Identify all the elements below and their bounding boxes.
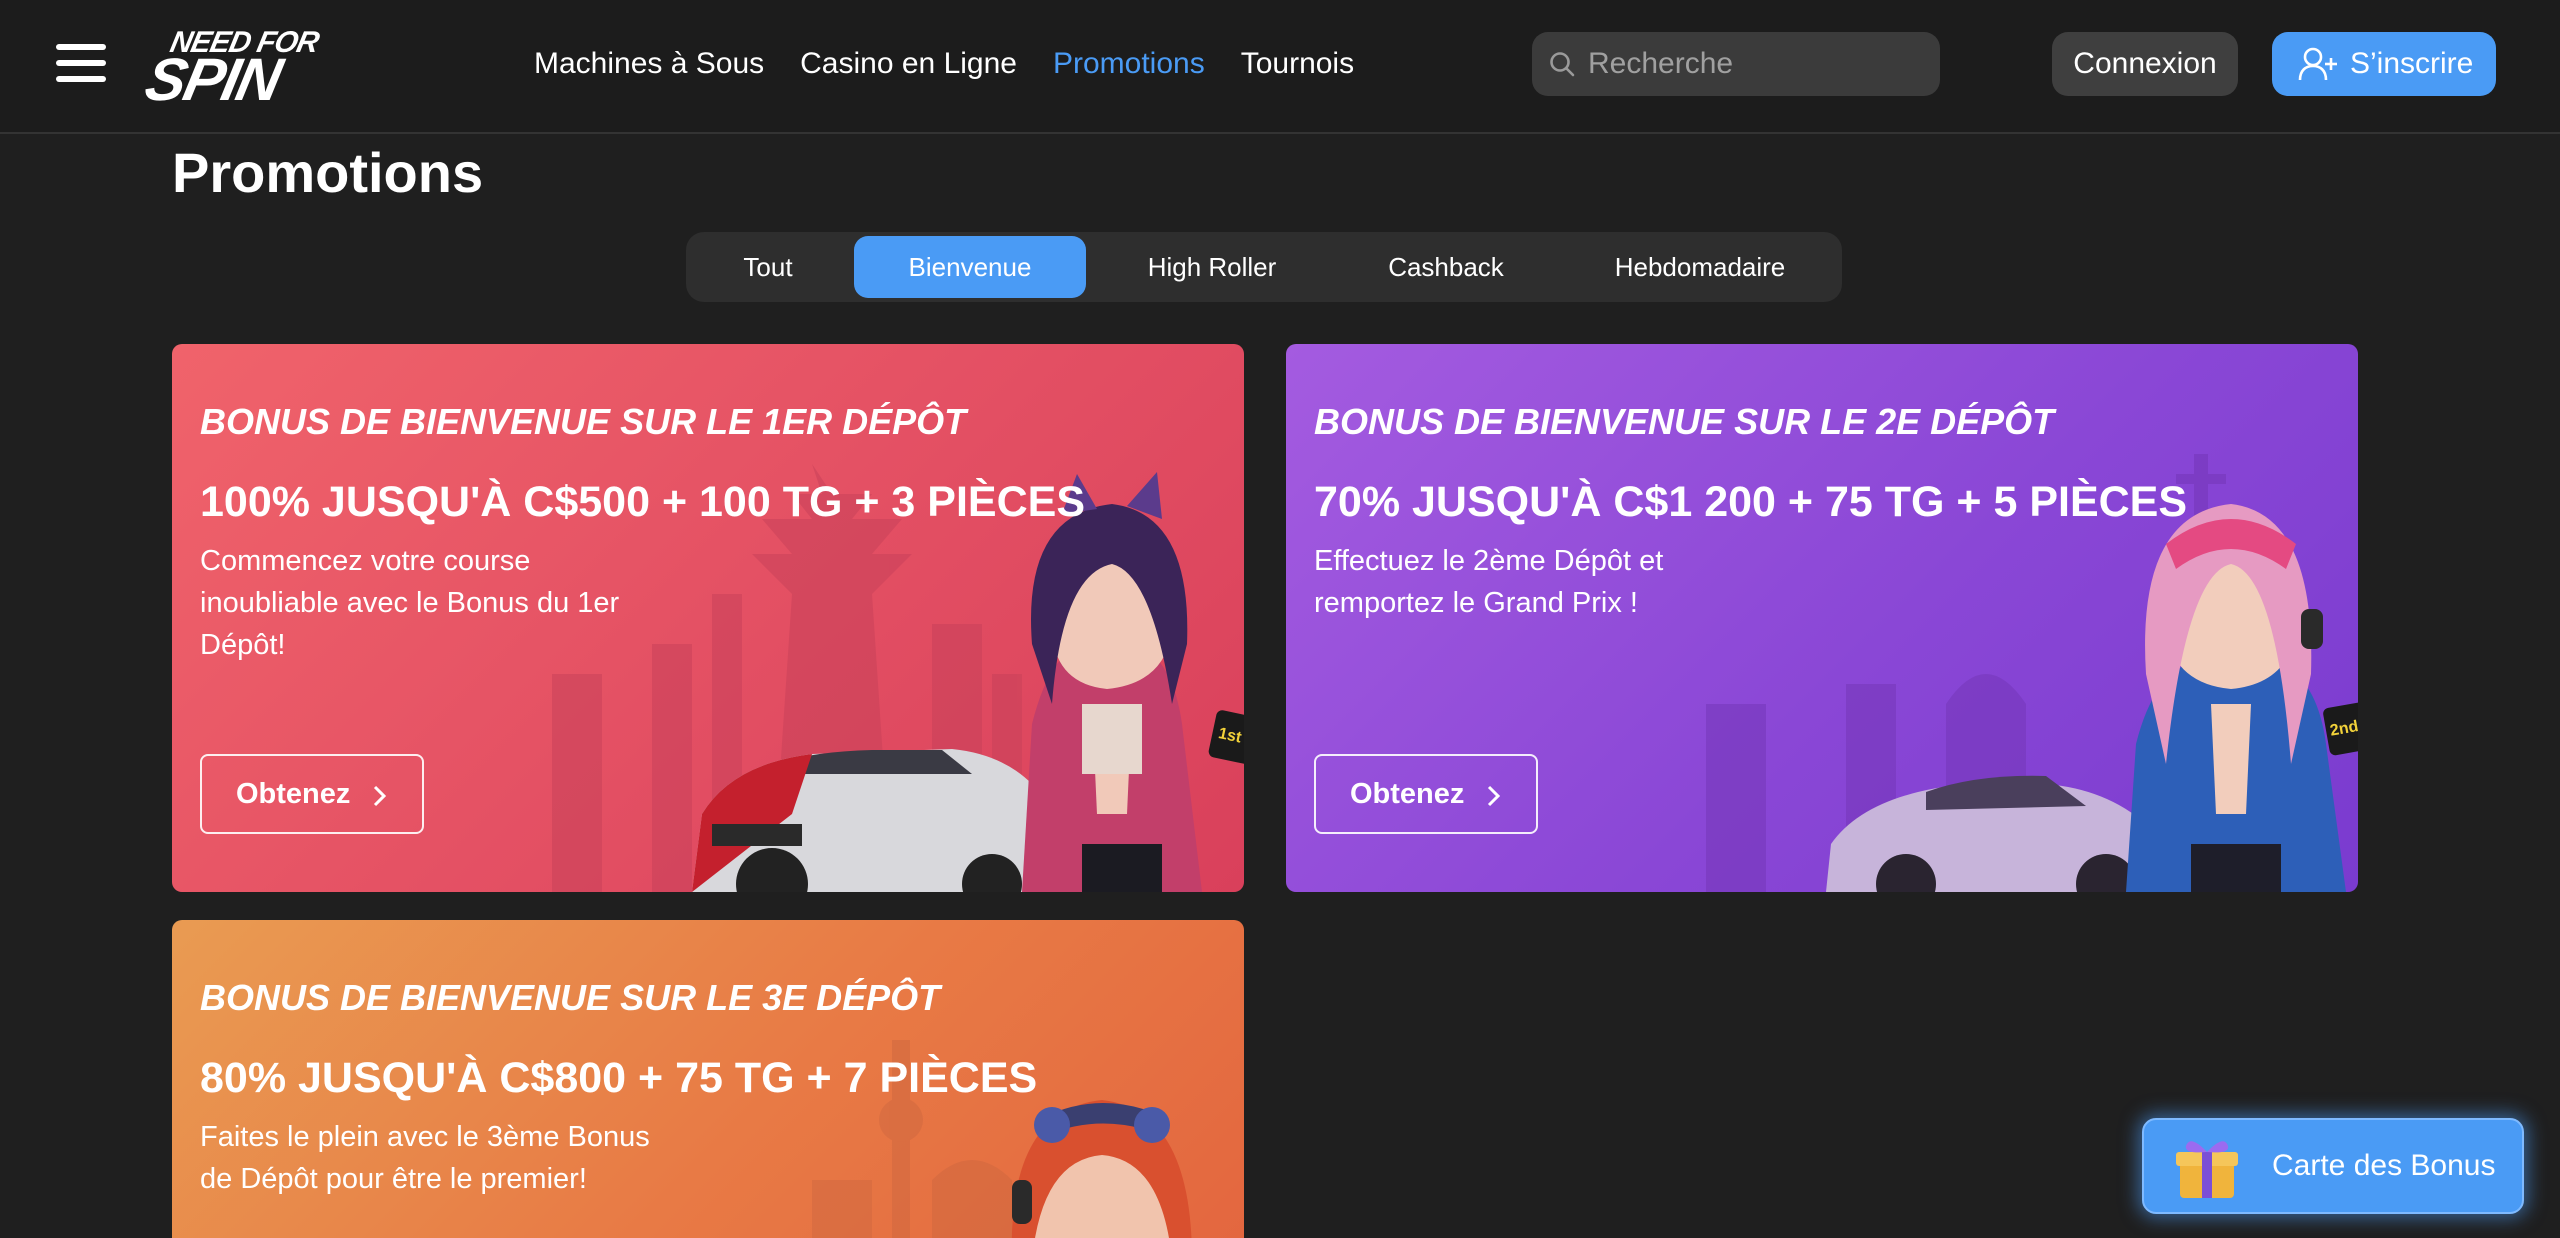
promo-headline: 100% JUSQU'À C$500 + 100 TG + 3 PIÈCES	[200, 478, 1086, 526]
tab-cashback[interactable]: Cashback	[1336, 236, 1556, 298]
chevron-right-icon	[373, 785, 387, 807]
tab-high-roller[interactable]: High Roller	[1094, 236, 1330, 298]
chevron-right-icon	[1487, 785, 1501, 807]
promo-description: Effectuez le 2ème Dépôt et remportez le …	[1314, 545, 1664, 619]
promo-card-2nd-deposit[interactable]: 2nd DEP BONUS DE BIENVENUE SUR LE 2E DÉP…	[1286, 344, 2358, 892]
promo-description: Faites le plein avec le 3ème Bonus de Dé…	[200, 1121, 650, 1195]
promo-kicker: BONUS DE BIENVENUE SUR LE 1ER DÉPÔT	[200, 401, 967, 442]
add-user-icon	[2298, 47, 2337, 81]
promo-headline: 80% JUSQU'À C$800 + 75 TG + 7 PIÈCES	[200, 1054, 1038, 1102]
get-bonus-button[interactable]: Obtenez	[200, 754, 424, 834]
logo-line-2: SPIN	[139, 46, 287, 113]
need-for-spin-logo[interactable]: NEED FOR SPIN	[139, 26, 348, 113]
search-box	[1532, 32, 1940, 96]
main-nav: Machines à Sous Casino en Ligne Promotio…	[534, 44, 1354, 84]
promo-card-3rd-deposit[interactable]: BONUS DE BIENVENUE SUR LE 3E DÉPÔT 80% J…	[172, 920, 1244, 1238]
search-input[interactable]	[1588, 32, 1928, 96]
cta-label: Obtenez	[1350, 778, 1465, 810]
bonus-map-button[interactable]: Carte des Bonus	[2142, 1118, 2524, 1214]
tab-welcome[interactable]: Bienvenue	[854, 236, 1086, 298]
nav-promotions[interactable]: Promotions	[1053, 44, 1205, 84]
promo-kicker: BONUS DE BIENVENUE SUR LE 2E DÉPÔT	[1314, 401, 2055, 442]
tab-all[interactable]: Tout	[690, 236, 846, 298]
bonus-map-label: Carte des Bonus	[2272, 1149, 2496, 1182]
nav-tournaments[interactable]: Tournois	[1241, 44, 1354, 84]
gift-icon	[2176, 1141, 2238, 1198]
nav-online-casino[interactable]: Casino en Ligne	[800, 44, 1017, 84]
promo-card-1st-deposit[interactable]: 1st DEP BONUS DE BIENVENUE SUR LE 1ER DÉ…	[172, 344, 1244, 892]
get-bonus-button[interactable]: Obtenez	[1314, 754, 1538, 834]
top-header: NEED FOR SPIN Machines à Sous Casino en …	[0, 0, 2560, 134]
register-button[interactable]: S’inscrire	[2272, 32, 2496, 96]
login-button[interactable]: Connexion	[2052, 32, 2238, 96]
promo-description: Commencez votre course inoubliable avec …	[200, 545, 620, 661]
menu-icon[interactable]	[56, 44, 106, 82]
tab-weekly[interactable]: Hebdomadaire	[1564, 236, 1836, 298]
promo-headline: 70% JUSQU'À C$1 200 + 75 TG + 5 PIÈCES	[1314, 478, 2188, 526]
nav-slots[interactable]: Machines à Sous	[534, 44, 764, 84]
cta-label: Obtenez	[236, 778, 351, 810]
page-title: Promotions	[172, 141, 484, 204]
promo-kicker: BONUS DE BIENVENUE SUR LE 3E DÉPÔT	[200, 977, 941, 1018]
register-label: S’inscrire	[2350, 47, 2474, 80]
search-icon	[1550, 52, 1575, 77]
promo-filter-tabs: Tout Bienvenue High Roller Cashback Hebd…	[686, 232, 1842, 302]
